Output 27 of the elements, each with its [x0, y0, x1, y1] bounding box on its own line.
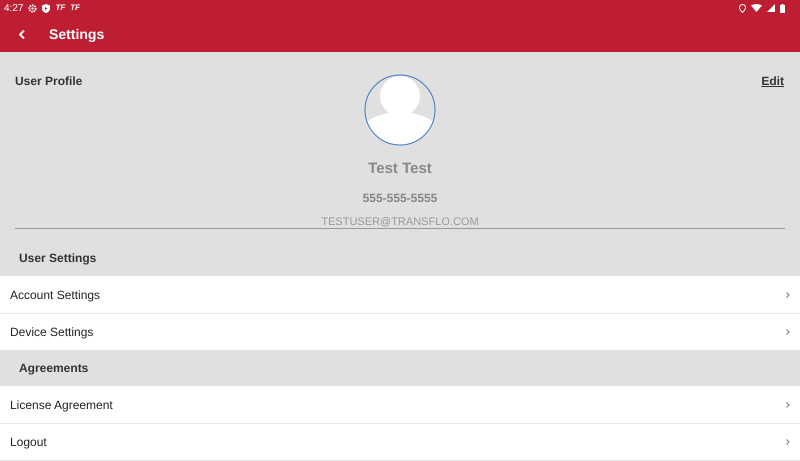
page-title: Settings: [49, 24, 104, 44]
section-heading: User Settings: [19, 250, 96, 267]
edit-link[interactable]: Edit: [761, 72, 784, 90]
user-email: TESTUSER@TRANSFLO.COM: [321, 214, 479, 230]
signal-icon: [767, 4, 775, 12]
avatar-icon: [364, 74, 436, 146]
app-notification-icon: TF: [55, 4, 66, 12]
settings-icon: [28, 4, 38, 12]
chevron-right-icon: [786, 402, 790, 408]
app-notification-icon: TF: [70, 4, 80, 12]
wifi-icon: [751, 4, 762, 12]
user-phone: 555-555-5555: [362, 190, 438, 206]
user-name: Test Test: [368, 159, 432, 179]
settings-list-item[interactable]: Account Settings: [0, 276, 800, 313]
section-heading: Agreements: [19, 360, 88, 377]
settings-list-item[interactable]: License Agreement: [0, 386, 800, 423]
chevron-right-icon: [786, 292, 790, 298]
section-heading: User Profile: [15, 73, 82, 90]
settings-list-item[interactable]: Logout: [0, 423, 800, 460]
settings-list-item[interactable]: Device Settings: [0, 313, 800, 350]
location-icon: [739, 4, 746, 12]
battery-icon: [780, 4, 785, 12]
chevron-right-icon: [786, 329, 790, 335]
shield-icon: [42, 4, 50, 12]
clock-time: 4:27: [4, 2, 24, 16]
chevron-right-icon: [786, 439, 790, 445]
back-icon: [19, 30, 25, 38]
